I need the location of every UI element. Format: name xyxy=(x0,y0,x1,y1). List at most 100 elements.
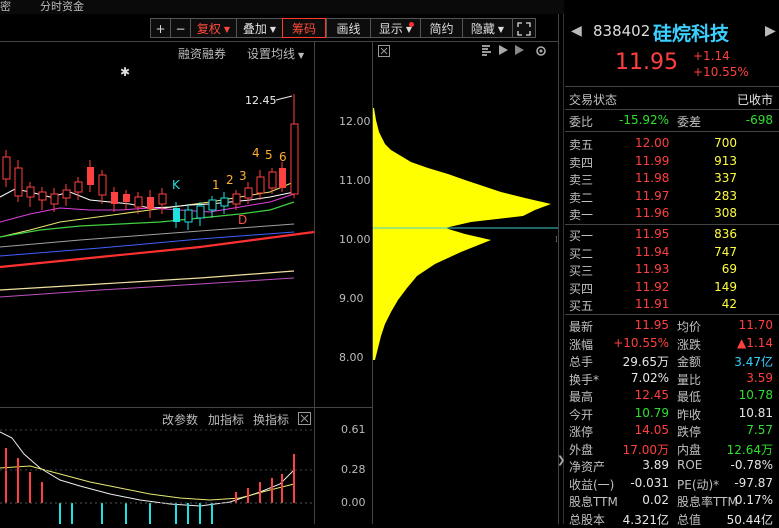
hide-button[interactable]: 隐藏 ▼ xyxy=(462,18,512,38)
fullscreen-icon xyxy=(517,22,531,36)
quote-label: ROE xyxy=(677,458,703,472)
chip-distribution-chart[interactable] xyxy=(373,42,558,407)
price-tick: 9.00 xyxy=(339,292,364,305)
price-axis: 12.00 11.00 10.00 9.00 8.00 xyxy=(314,42,372,407)
restore-rights-button[interactable]: 复权 ▼ xyxy=(190,18,236,38)
prev-stock-button[interactable]: ◀ xyxy=(571,23,582,39)
zoom-out-button[interactable]: − xyxy=(170,18,190,38)
next-stock-button[interactable]: ▶ xyxy=(765,23,776,39)
quote-value: 10.78 xyxy=(738,388,773,402)
bids-volume: 69 xyxy=(721,262,737,276)
bids-row[interactable]: 买二 11.94 747 xyxy=(565,244,779,262)
asks-row[interactable]: 卖二 11.97 283 xyxy=(565,188,779,206)
quote-label: 涨停 xyxy=(569,425,594,439)
quote-value: +10.55% xyxy=(613,335,669,350)
asks-volume: 337 xyxy=(714,171,737,185)
price-tick: 11.00 xyxy=(339,174,371,187)
quote-value: 0.02 xyxy=(642,493,669,507)
asks-price: 11.99 xyxy=(635,153,670,168)
bids-row[interactable]: 买一 11.95 836 xyxy=(565,226,779,244)
quote-value: 14.05 xyxy=(634,423,669,437)
drag-handle-icon[interactable]: ⁞ xyxy=(555,235,558,245)
indicator-bars-cyan xyxy=(59,503,213,524)
quote-label: 量比 xyxy=(677,372,702,387)
quote-value: 3.47亿 xyxy=(734,355,773,369)
asks-row[interactable]: 卖一 11.96 308 xyxy=(565,205,779,223)
chevron-down-icon: ▼ xyxy=(269,25,277,34)
drawing-button[interactable]: 画线 xyxy=(326,18,370,38)
quote-label: 股息率TTM xyxy=(677,495,738,509)
candles xyxy=(2,94,299,230)
quote-label: 换手* xyxy=(569,372,600,387)
price-tick: 12.00 xyxy=(339,115,371,128)
bids-volume: 836 xyxy=(714,227,737,241)
seq-marker-5: 5 xyxy=(265,148,273,162)
quote-value: 7.02% xyxy=(630,370,669,385)
indicator-tick: 0.00 xyxy=(341,496,366,509)
quote-row: 最新 11.95 均价 11.70 xyxy=(565,317,779,335)
asks-level-label: 卖四 xyxy=(569,155,594,170)
quote-value: 17.00万 xyxy=(622,442,669,457)
overlay-label: 叠加 xyxy=(242,22,267,36)
quote-value: -0.78% xyxy=(730,458,773,472)
overlay-button[interactable]: 叠加 ▼ xyxy=(236,18,282,38)
indicator-line-yellow xyxy=(0,465,295,501)
simple-button[interactable]: 简约 xyxy=(420,18,462,38)
bids-row[interactable]: 买三 11.93 69 xyxy=(565,261,779,279)
quote-value: 11.70 xyxy=(738,318,773,332)
quote-row: 换手* 7.02% 量比 3.59 xyxy=(565,370,779,388)
quote-label: 均价 xyxy=(677,320,702,334)
asks-level-label: 卖一 xyxy=(569,208,594,222)
tab-fund-flow[interactable]: 分时资金 xyxy=(40,0,84,14)
k-marker: K xyxy=(172,178,181,192)
asks-row[interactable]: 卖三 11.98 337 xyxy=(565,170,779,188)
bids-volume: 149 xyxy=(714,279,737,294)
chart-toolbar: + − 复权 ▼ 叠加 ▼ 筹码 画线 显示 ▼ 简约 隐藏 ▼ xyxy=(150,18,558,40)
wb-value: -15.92% xyxy=(619,113,670,127)
bids-row[interactable]: 买四 11.92 149 xyxy=(565,279,779,297)
indicator-chart[interactable] xyxy=(0,408,314,524)
quote-panel: ◀ 838402 硅烷科技 ▶ 11.95 +1.14 +10.55% 交易状态… xyxy=(565,14,779,527)
display-label: 显示 xyxy=(378,22,403,36)
quote-value: 11.95 xyxy=(634,318,669,332)
price-change-pct: +10.55% xyxy=(693,65,749,79)
display-button[interactable]: 显示 ▼ xyxy=(370,18,420,38)
quote-value: 29.65万 xyxy=(622,355,669,369)
quote-value: 0.17% xyxy=(734,493,773,507)
asks-row[interactable]: 卖五 12.00 700 xyxy=(565,135,779,153)
quote-label: 最高 xyxy=(569,390,594,404)
tab-partial[interactable]: 密 xyxy=(0,0,11,14)
quote-value: 12.64万 xyxy=(726,442,773,457)
asks-volume: 913 xyxy=(714,153,737,168)
price-tick: 8.00 xyxy=(339,351,364,364)
seq-marker-2: 2 xyxy=(226,173,234,187)
quote-value: 10.79 xyxy=(634,405,669,420)
asks-row[interactable]: 卖四 11.99 913 xyxy=(565,153,779,171)
quote-label: 涨跌 xyxy=(677,337,702,352)
wb-label: 委比 xyxy=(569,115,594,129)
quote-label: 总值 xyxy=(677,512,702,527)
bids-row[interactable]: 买五 11.91 42 xyxy=(565,296,779,314)
chips-button[interactable]: 筹码 xyxy=(282,18,326,38)
quote-row: 今开 10.79 昨收 10.81 xyxy=(565,405,779,423)
seq-marker-1: 1 xyxy=(212,178,220,192)
bids-level-label: 买四 xyxy=(569,281,594,296)
kline-chart[interactable]: ✱ 12.45 K D 1 2 3 4 5 6 xyxy=(0,42,314,407)
restore-rights-label: 复权 xyxy=(196,22,221,36)
quote-label: 涨幅 xyxy=(569,337,594,352)
asks-price: 11.96 xyxy=(635,206,670,220)
quote-value: 50.44亿 xyxy=(726,512,773,527)
quote-value: 12.45 xyxy=(634,388,669,402)
zoom-in-button[interactable]: + xyxy=(150,18,170,38)
stock-name: 硅烷科技 xyxy=(653,23,730,45)
quote-label: 内盘 xyxy=(677,442,702,457)
chevron-down-icon: ▼ xyxy=(497,25,505,34)
fullscreen-button[interactable] xyxy=(512,18,536,38)
bids-volume: 42 xyxy=(721,297,737,311)
quote-row: 收益(一) -0.031 PE(动)* -97.87 xyxy=(565,475,779,493)
status-label: 交易状态 xyxy=(569,93,618,107)
quote-label: 金额 xyxy=(677,355,702,369)
quote-value: 3.59 xyxy=(746,370,773,385)
quote-row: 外盘 17.00万 内盘 12.64万 xyxy=(565,440,779,458)
current-price: 11.95 xyxy=(615,50,678,75)
